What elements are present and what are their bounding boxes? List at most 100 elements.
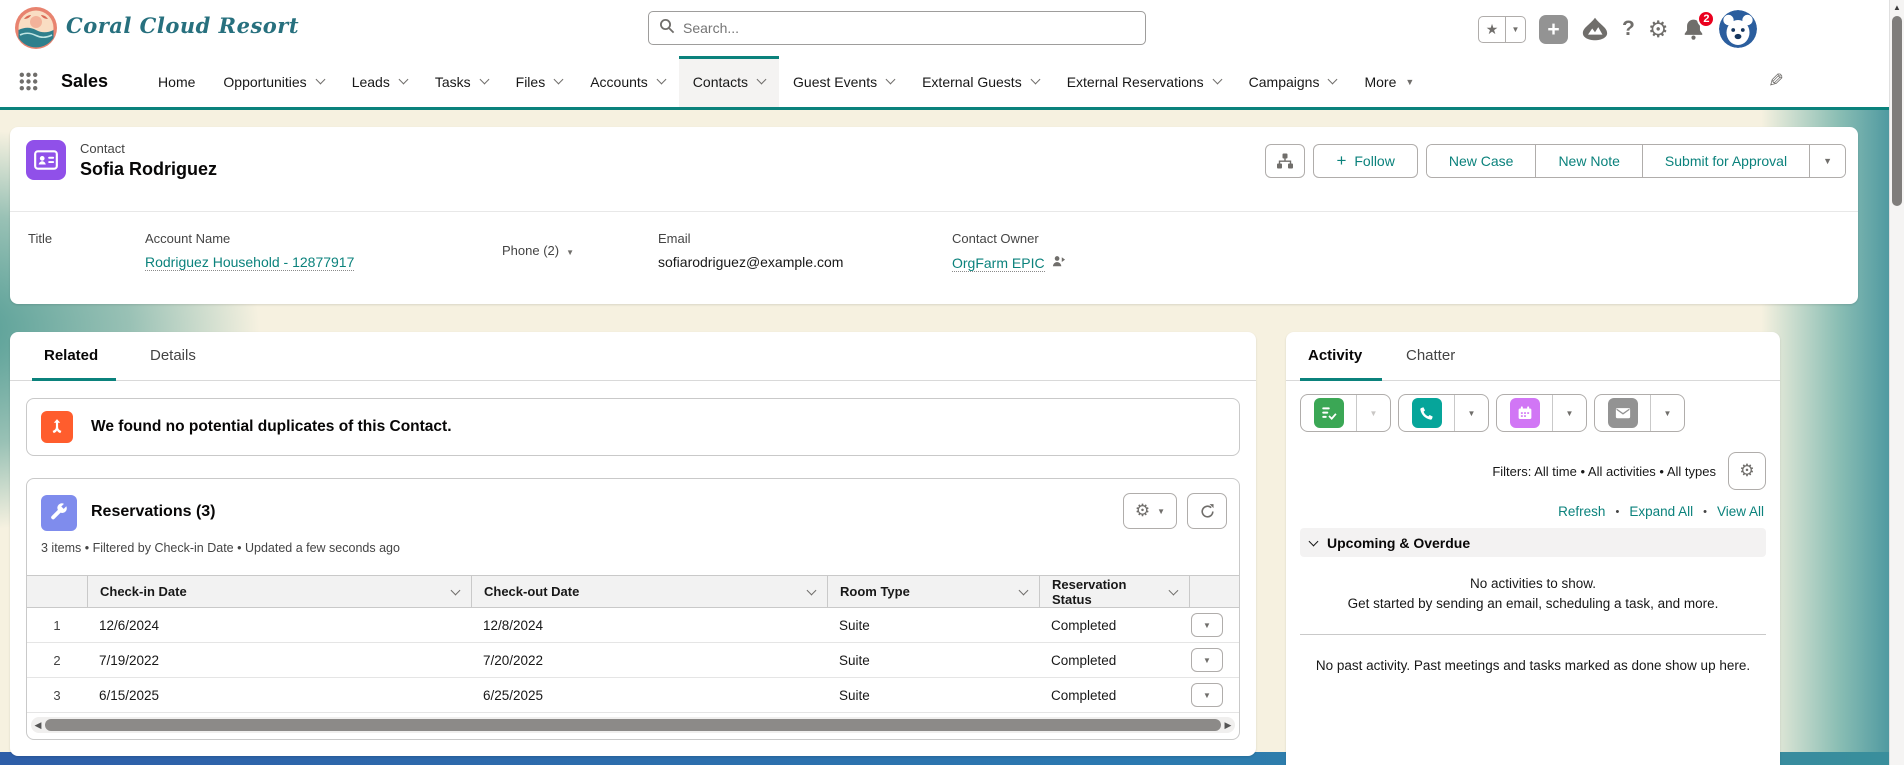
more-actions-caret-button[interactable]: ▼ [1809, 145, 1845, 177]
app-launcher-button[interactable] [18, 71, 39, 92]
log-call-caret-button[interactable]: ▼ [1454, 395, 1488, 431]
activity-settings-gear-button[interactable]: ⚙ [1728, 452, 1766, 490]
scrollbar-thumb[interactable] [45, 719, 1221, 731]
no-past-activity-text: No past activity. Past meetings and task… [1315, 658, 1751, 673]
row-action-button[interactable]: ▼ [1191, 648, 1223, 672]
activity-panel: Activity Chatter ▼ ▼ ▼ ▼ Filters: All ti… [1286, 332, 1780, 765]
global-header: Coral Cloud Resort ★ ▼ + ? ⚙ 2 [0, 0, 1889, 56]
duplicates-card: We found no potential duplicates of this… [26, 398, 1240, 456]
check-out-cell: 7/20/2022 [483, 652, 544, 668]
no-activities-subtitle: Get started by sending an email, schedul… [1347, 596, 1719, 611]
setup-gear-button[interactable]: ⚙ [1648, 16, 1669, 43]
user-avatar-button[interactable] [1719, 10, 1758, 48]
tab-chatter[interactable]: Chatter [1406, 347, 1455, 364]
column-header-reservation-status[interactable]: Reservation Status [1039, 576, 1189, 607]
log-call-button[interactable] [1399, 395, 1454, 431]
new-case-button[interactable]: New Case [1426, 145, 1536, 177]
column-header-room-type[interactable]: Room Type [827, 576, 1039, 607]
favorites-caret-button[interactable]: ▼ [1505, 16, 1525, 42]
nav-tab-leads[interactable]: Leads [338, 56, 421, 107]
refresh-list-button[interactable] [1187, 493, 1227, 529]
expand-all-link[interactable]: Expand All [1629, 504, 1693, 519]
actions-column-header [1189, 576, 1239, 607]
nav-tab-files[interactable]: Files [502, 56, 577, 107]
check-in-cell: 12/6/2024 [99, 617, 160, 633]
field-title: Title [28, 231, 53, 246]
refresh-link[interactable]: Refresh [1558, 504, 1605, 519]
notifications-button[interactable]: 2 [1681, 9, 1716, 42]
record-actions: + Follow New Case New Note Submit for Ap… [1265, 144, 1846, 178]
caret-down-icon: ▼ [1405, 76, 1415, 87]
email-caret-button[interactable]: ▼ [1650, 395, 1684, 431]
nav-tab-external-guests[interactable]: External Guests [908, 56, 1053, 107]
tab-activity[interactable]: Activity [1308, 347, 1362, 364]
nav-tab-more[interactable]: More ▼ [1350, 56, 1428, 107]
nav-tab-campaigns[interactable]: Campaigns [1235, 56, 1351, 107]
scroll-right-arrow[interactable]: ▶ [1221, 720, 1235, 731]
help-button[interactable]: ? [1622, 17, 1635, 41]
email-button[interactable] [1595, 395, 1650, 431]
row-action-button[interactable]: ▼ [1191, 683, 1223, 707]
chevron-down-icon [806, 585, 817, 595]
global-search[interactable] [648, 11, 1146, 45]
chevron-down-icon [1328, 74, 1338, 85]
global-actions-button[interactable]: + [1539, 14, 1568, 44]
change-owner-icon[interactable] [1051, 254, 1066, 272]
horizontal-scrollbar[interactable]: ◀ ▶ [31, 717, 1235, 733]
chevron-down-icon [1168, 585, 1179, 595]
new-note-button[interactable]: New Note [1535, 145, 1642, 177]
follow-button[interactable]: + Follow [1313, 144, 1418, 178]
view-all-link[interactable]: View All [1717, 504, 1764, 519]
favorites-group: ★ ▼ [1478, 15, 1526, 43]
guidance-center-button[interactable] [1581, 16, 1609, 42]
scroll-left-arrow[interactable]: ◀ [31, 720, 45, 731]
contact-entity-icon [26, 140, 66, 180]
list-settings-gear-button[interactable]: ⚙ ▼ [1123, 493, 1177, 529]
email-value[interactable]: sofiarodriguez@example.com [658, 254, 843, 270]
upcoming-overdue-section-header[interactable]: Upcoming & Overdue [1300, 528, 1766, 557]
nav-tab-contacts[interactable]: Contacts [678, 56, 780, 107]
new-event-button[interactable] [1497, 395, 1552, 431]
column-header-check-out[interactable]: Check-out Date [471, 576, 827, 607]
tab-details[interactable]: Details [150, 347, 196, 364]
new-event-caret-button[interactable]: ▼ [1552, 395, 1586, 431]
nav-tab-guest-events[interactable]: Guest Events [779, 56, 908, 107]
nav-tab-opportunities[interactable]: Opportunities [209, 56, 337, 107]
nav-tab-tasks[interactable]: Tasks [421, 56, 502, 107]
edit-navigation-pencil-button[interactable]: ✎ [1768, 70, 1784, 93]
nav-tab-home[interactable]: Home [144, 56, 209, 107]
reservations-table: Check-in Date Check-out Date Room Type R… [27, 575, 1239, 713]
phone-dropdown-trigger[interactable]: Phone (2) ▼ [502, 243, 574, 258]
nav-tab-accounts[interactable]: Accounts [576, 56, 679, 107]
row-action-button[interactable]: ▼ [1191, 613, 1223, 637]
task-caret-button[interactable]: ▼ [1356, 395, 1390, 431]
window-scrollbar[interactable]: ▲ [1889, 0, 1904, 765]
chevron-down-icon [756, 74, 767, 85]
tab-related[interactable]: Related [44, 347, 98, 364]
reservations-title[interactable]: Reservations (3) [91, 503, 216, 521]
chevron-down-icon [398, 74, 409, 85]
merge-duplicates-icon [41, 411, 73, 443]
calendar-icon [1509, 398, 1540, 428]
table-row: 1 12/6/2024 12/8/2024 Suite Completed ▼ [27, 608, 1239, 643]
favorites-star-button[interactable]: ★ [1479, 21, 1505, 38]
account-name-link[interactable]: Rodriguez Household - 12877917 [145, 254, 355, 271]
column-header-check-in[interactable]: Check-in Date [87, 576, 471, 607]
gear-icon: ⚙ [1134, 501, 1151, 520]
caret-down-icon: ▼ [1157, 506, 1166, 516]
search-input[interactable] [683, 20, 1135, 36]
nav-tab-external-reservations[interactable]: External Reservations [1053, 56, 1235, 107]
contact-owner-link[interactable]: OrgFarm EPIC [952, 255, 1045, 272]
submit-for-approval-button[interactable]: Submit for Approval [1641, 145, 1810, 177]
chevron-down-icon [479, 74, 490, 85]
log-call-split-button: ▼ [1398, 394, 1489, 432]
field-phone: Phone (2) ▼ [502, 243, 574, 258]
reservations-object-icon [41, 495, 77, 531]
new-task-button[interactable] [1301, 395, 1356, 431]
app-navigation-bar: Sales Home Opportunities Leads Tasks Fil… [0, 56, 1889, 110]
scrollbar-thumb[interactable] [1892, 16, 1902, 206]
caret-down-icon: ▼ [566, 248, 575, 257]
row-number-header [27, 576, 87, 607]
hierarchy-button[interactable] [1265, 144, 1306, 178]
scroll-up-arrow[interactable]: ▲ [1890, 3, 1904, 12]
